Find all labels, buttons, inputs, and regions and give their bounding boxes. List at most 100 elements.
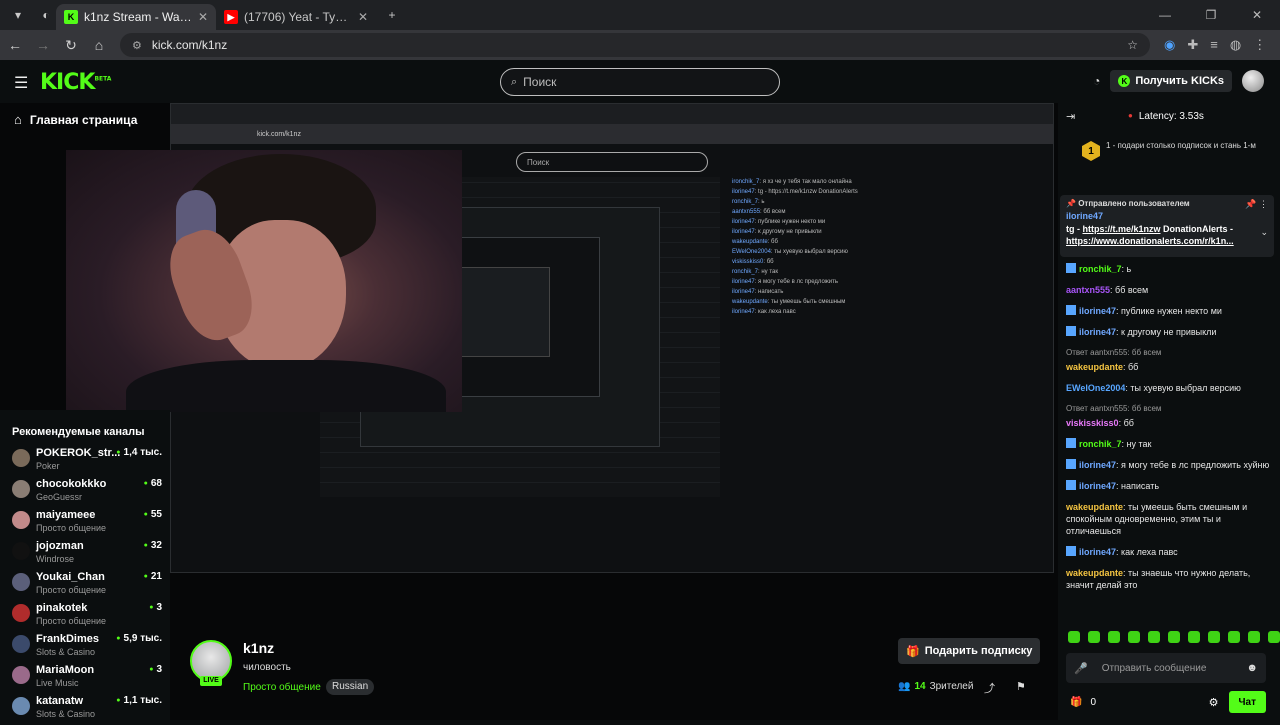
- viewers-icon: 👥: [898, 681, 911, 692]
- profile-avatar-icon[interactable]: ◍: [1230, 37, 1241, 53]
- reload-icon[interactable]: ↻: [58, 37, 84, 54]
- chat-input[interactable]: 🎤 Отправить сообщение ☻: [1066, 653, 1266, 683]
- hamburger-menu-icon[interactable]: ☰: [14, 73, 28, 93]
- pinned-username[interactable]: ilorine47: [1066, 211, 1103, 221]
- microphone-icon[interactable]: 🎤: [1074, 662, 1088, 675]
- minimize-icon[interactable]: —: [1142, 8, 1188, 22]
- chat-username[interactable]: wakeupdante: [1066, 362, 1123, 372]
- kick-logo[interactable]: KICKBETA: [40, 70, 111, 95]
- chat-username[interactable]: ilorine47: [1079, 327, 1116, 337]
- get-kicks-label: Получить KICKs: [1135, 75, 1224, 87]
- rank-medal-icon: 1: [1082, 141, 1100, 161]
- chat-username[interactable]: ilorine47: [1079, 481, 1116, 491]
- chat-username[interactable]: ilorine47: [1079, 306, 1116, 316]
- report-icon[interactable]: ⚑: [1016, 680, 1026, 693]
- browser-tab-youtube[interactable]: ▶ (17706) Yeat - Type Money (bur ✕: [216, 4, 376, 30]
- captured-username: EWelOne2004: [732, 249, 771, 255]
- emoji-picker-icon[interactable]: ☻: [1246, 662, 1258, 674]
- webcam-overlay: [66, 150, 462, 412]
- search-input[interactable]: ⌕ Поиск: [500, 68, 780, 96]
- emote-icon[interactable]: [1168, 631, 1180, 643]
- site-info-icon[interactable]: ⚙: [132, 39, 142, 52]
- close-tab-icon[interactable]: ✕: [358, 10, 368, 24]
- chat-settings-icon[interactable]: ⚙: [1209, 696, 1219, 709]
- url-field[interactable]: ⚙ kick.com/k1nz ☆: [120, 33, 1150, 57]
- user-avatar[interactable]: [1242, 70, 1264, 92]
- captured-chat-line: ilorine47: я могу тебе в лс предложить: [732, 279, 838, 285]
- channel-name: POKEROK_str...: [36, 447, 121, 459]
- recommended-channel[interactable]: chocokokkko GeoGuessr 68: [12, 478, 162, 508]
- maximize-icon[interactable]: ❐: [1188, 8, 1234, 22]
- emote-icon[interactable]: [1148, 631, 1160, 643]
- forward-icon[interactable]: →: [30, 37, 56, 53]
- collapse-chat-icon[interactable]: ⇥: [1066, 110, 1075, 123]
- recommended-channel[interactable]: POKEROK_str... Poker 1,4 тыс.: [12, 447, 162, 477]
- channel-name[interactable]: k1nz: [243, 640, 274, 656]
- chat-panel: ⇥ Latency: 3.53s 1 1 - подари столько по…: [1058, 103, 1280, 720]
- chat-username[interactable]: EWelOne2004: [1066, 383, 1125, 393]
- language-tag[interactable]: Russian: [326, 679, 375, 695]
- emote-icon[interactable]: [1068, 631, 1080, 643]
- recommended-channel[interactable]: FrankDimes Slots & Casino 5,9 тыс.: [12, 633, 162, 663]
- browser-menu-icon[interactable]: ⋮: [1253, 37, 1266, 53]
- emote-icon[interactable]: [1188, 631, 1200, 643]
- chat-username[interactable]: ronchik_7: [1079, 264, 1122, 274]
- chat-username[interactable]: ronchik_7: [1079, 439, 1122, 449]
- recommended-channel[interactable]: jojozman Windrose 32: [12, 540, 162, 570]
- chat-username[interactable]: wakeupdante: [1066, 568, 1123, 578]
- emote-icon[interactable]: [1128, 631, 1140, 643]
- captured-chat-line: ilorine47: tg - https://t.me/k1nzw Donat…: [732, 189, 858, 195]
- close-tab-icon[interactable]: ✕: [198, 10, 208, 24]
- tab-menu-icon[interactable]: ▾: [8, 5, 28, 25]
- captured-text: tg - https://t.me/k1nzw DonationAlerts: [758, 189, 858, 195]
- emote-icon[interactable]: [1228, 631, 1240, 643]
- share-icon[interactable]: ⤴: [984, 680, 995, 696]
- chat-username[interactable]: aantxn555: [1066, 285, 1110, 295]
- recommended-channel[interactable]: maiyameee Просто общение 55: [12, 509, 162, 539]
- get-kicks-button[interactable]: K Получить KICKs: [1110, 70, 1232, 92]
- chat-username[interactable]: ilorine47: [1079, 460, 1116, 470]
- recommended-channel[interactable]: MariaMoon Live Music 3: [12, 664, 162, 694]
- back-icon[interactable]: ←: [2, 37, 28, 53]
- chat-username[interactable]: viskisskiss0: [1066, 418, 1119, 428]
- home-icon[interactable]: ⌂: [86, 37, 112, 53]
- recommended-channel[interactable]: katanatw Slots & Casino 1,1 тыс.: [12, 695, 162, 725]
- chat-message: ilorine47: я могу тебе в лс предложить х…: [1066, 459, 1270, 471]
- emote-icon[interactable]: [1088, 631, 1100, 643]
- bookmark-star-icon[interactable]: ☆: [1127, 38, 1138, 52]
- emote-icon[interactable]: [1248, 631, 1260, 643]
- chat-username[interactable]: wakeupdante: [1066, 502, 1123, 512]
- extensions-icon[interactable]: ✚: [1187, 37, 1198, 53]
- stream-category-link[interactable]: Просто общение: [243, 682, 321, 693]
- captured-username: ilorine47: [732, 279, 755, 285]
- kicks-icon[interactable]: 🎁: [1070, 697, 1082, 708]
- media-icon[interactable]: ≡: [1210, 37, 1218, 53]
- emote-icon[interactable]: [1108, 631, 1120, 643]
- emote-icon[interactable]: [1208, 631, 1220, 643]
- donationalerts-link[interactable]: https://www.donationalerts.com/r/k1n...: [1066, 236, 1234, 246]
- channel-category: Slots & Casino: [36, 709, 96, 719]
- recommended-channel[interactable]: pinakotek Просто общение 3: [12, 602, 162, 632]
- logo-text: KICK: [40, 70, 95, 95]
- chat-message: ilorine47: публике нужен некто ми: [1066, 305, 1270, 317]
- gift-subscription-button[interactable]: 🎁 Подарить подписку: [898, 638, 1041, 664]
- chat-text: бб всем: [1115, 285, 1149, 295]
- chat-message: ronchik_7: ну так: [1066, 438, 1270, 450]
- gift-goal-banner[interactable]: 1 1 - подари столько подписок и стань 1-…: [1082, 141, 1262, 161]
- close-window-icon[interactable]: ✕: [1234, 8, 1280, 22]
- browser-profile-icon[interactable]: ◐: [36, 5, 56, 25]
- sidebar-item-home[interactable]: ⌂ Главная страница: [14, 112, 137, 127]
- recommended-channel[interactable]: Youkai_Chan Просто общение 21: [12, 571, 162, 601]
- emote-icon[interactable]: [1268, 631, 1280, 643]
- browser-tab-kick[interactable]: K k1nz Stream - Watch Live on Kick ✕: [56, 4, 216, 30]
- pin-actions[interactable]: 📌 ⋮: [1245, 199, 1268, 210]
- telegram-link[interactable]: https://t.me/k1nzw: [1083, 224, 1161, 234]
- new-tab-icon[interactable]: +: [382, 5, 402, 25]
- chat-username[interactable]: ilorine47: [1079, 547, 1116, 557]
- voice-extension-icon[interactable]: ◉: [1164, 37, 1175, 53]
- notifications-icon[interactable]: ◔: [1093, 74, 1100, 88]
- captured-text: бб: [766, 259, 774, 265]
- captured-text: ты хуевую выбрал версию: [774, 249, 848, 255]
- send-chat-button[interactable]: Чат: [1228, 691, 1266, 713]
- expand-pinned-icon[interactable]: ⌄: [1260, 227, 1268, 238]
